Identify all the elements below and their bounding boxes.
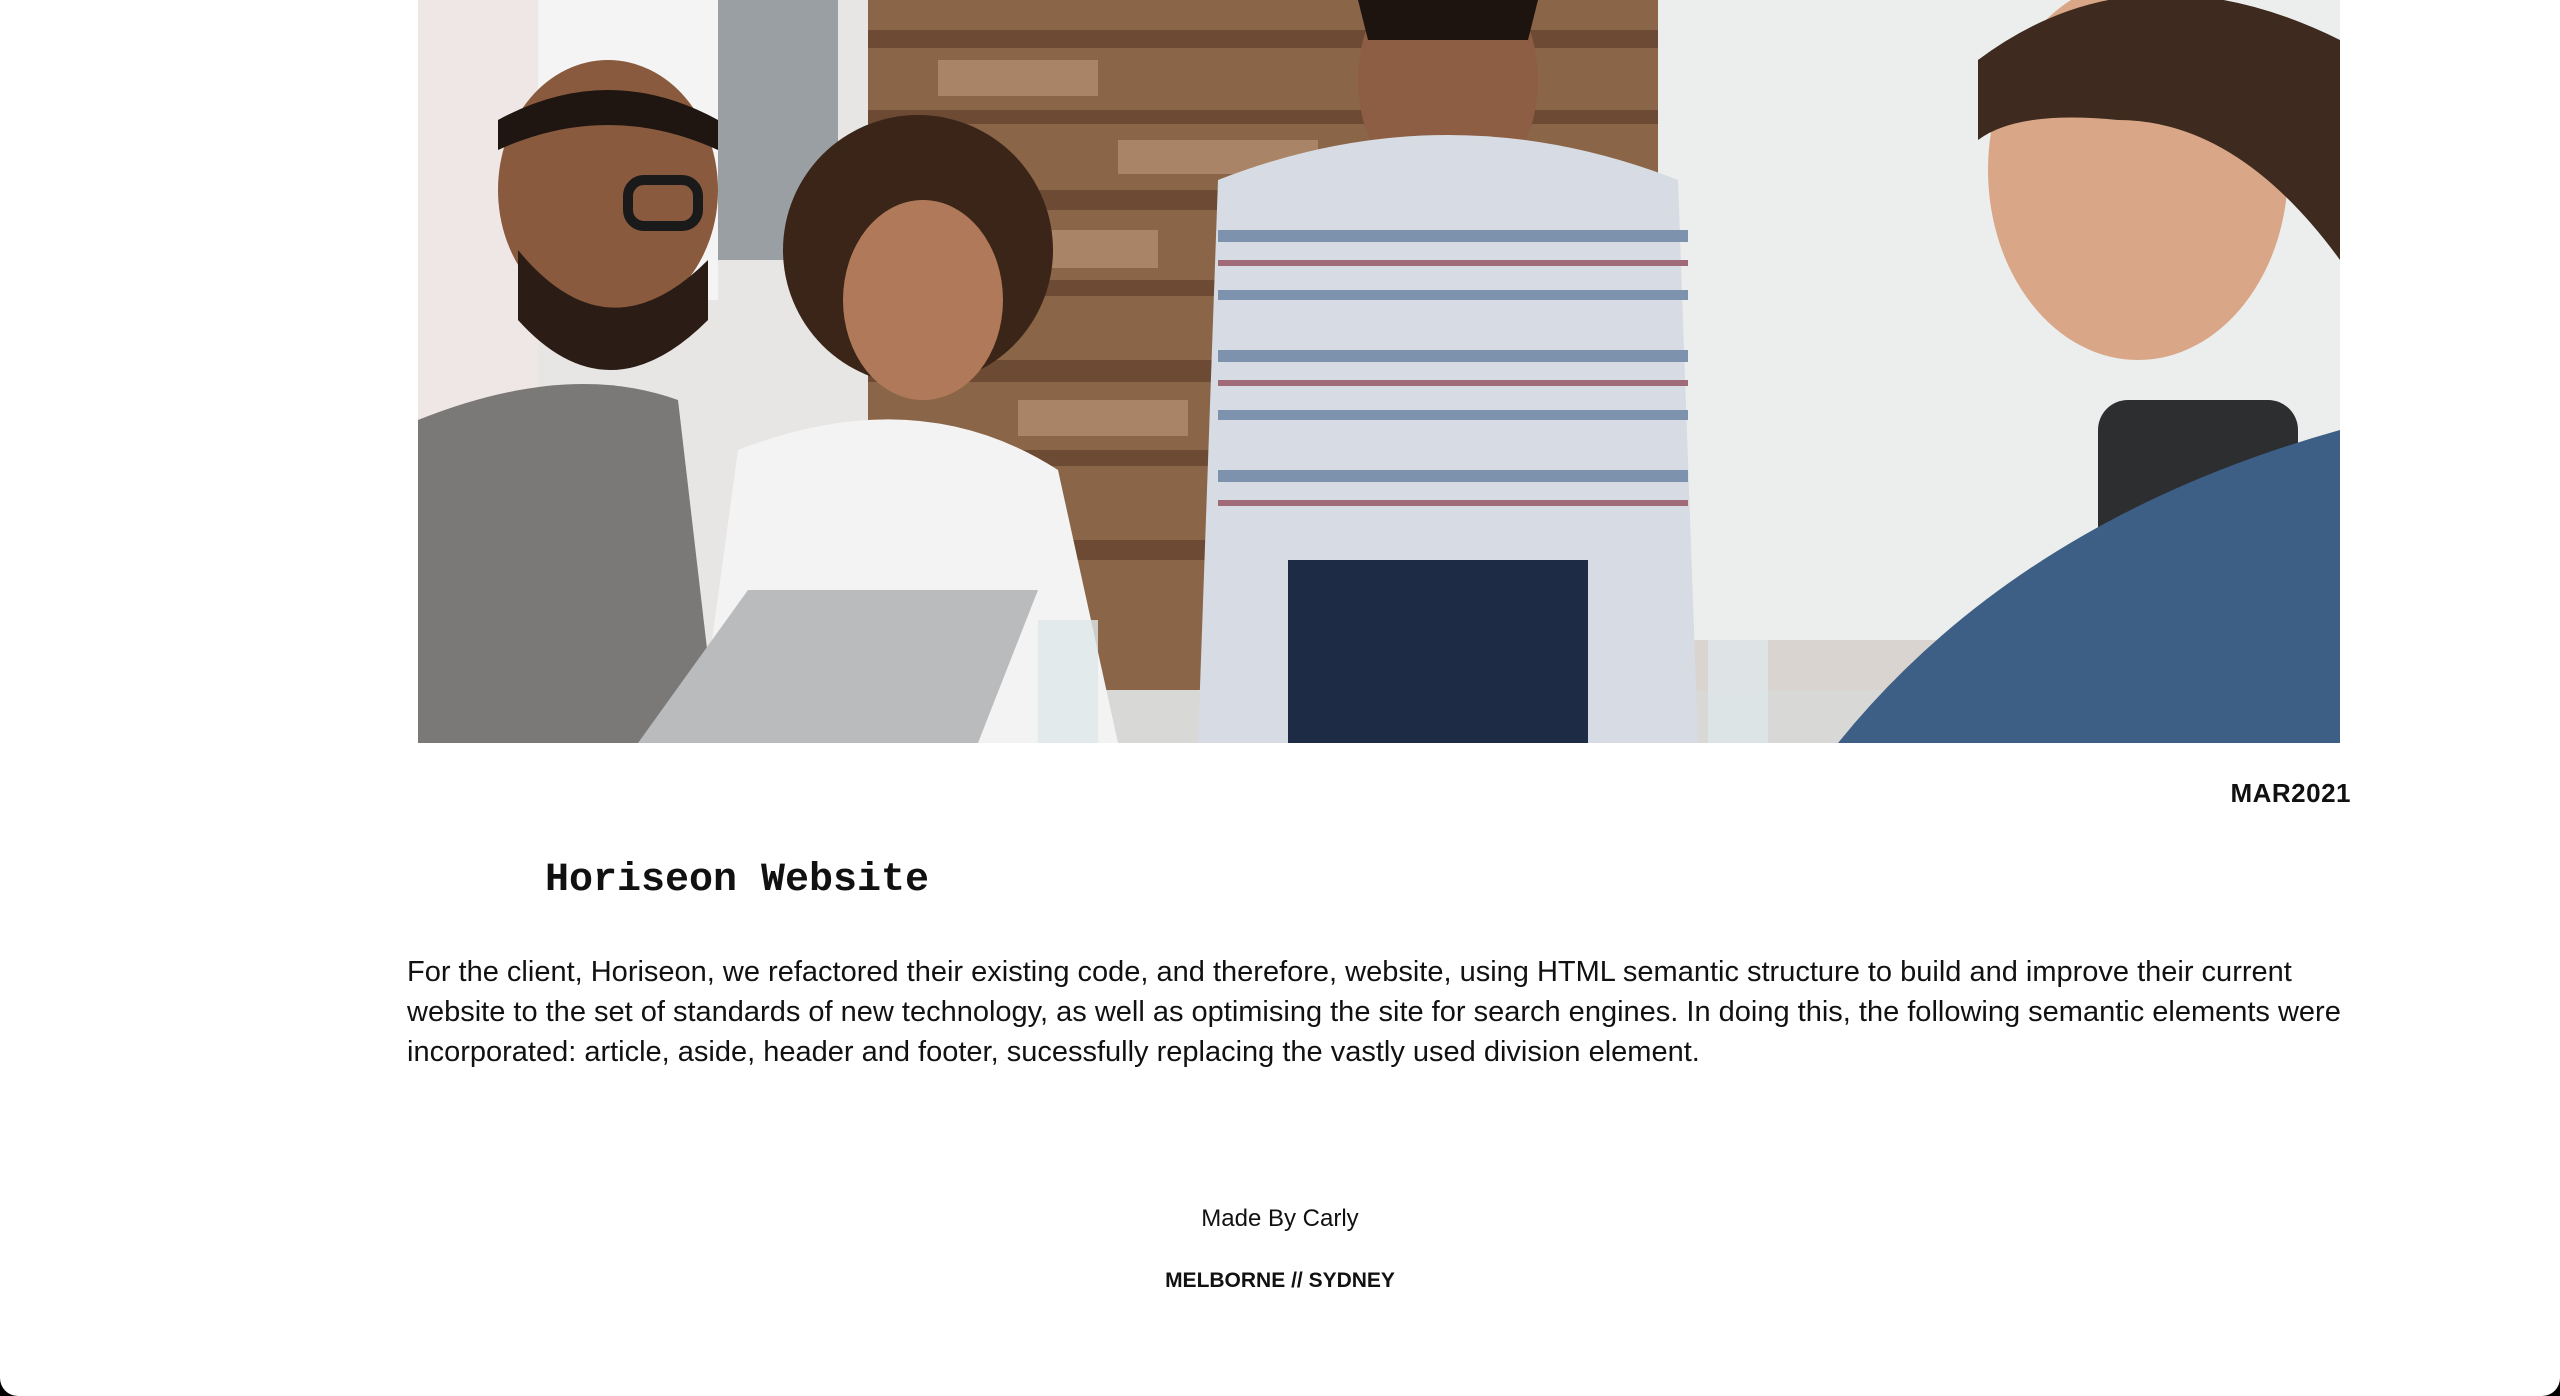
location-text: MELBORNE // SYDNEY: [1165, 1269, 1395, 1292]
project-description: For the client, Horiseon, we refactored …: [407, 956, 2341, 1068]
team-photo-illustration: [418, 0, 2340, 743]
project-title: Horiseon Website: [545, 858, 930, 903]
footer: Made By Carly MELBORNE // SYDNEY: [0, 1205, 2560, 1293]
page: MAR2021 Horiseon Website For the client,…: [0, 0, 2560, 1396]
made-by-credit: Made By Carly: [1201, 1205, 1359, 1232]
project-date: MAR2021: [2230, 778, 2351, 808]
project-photo: [418, 0, 2340, 743]
